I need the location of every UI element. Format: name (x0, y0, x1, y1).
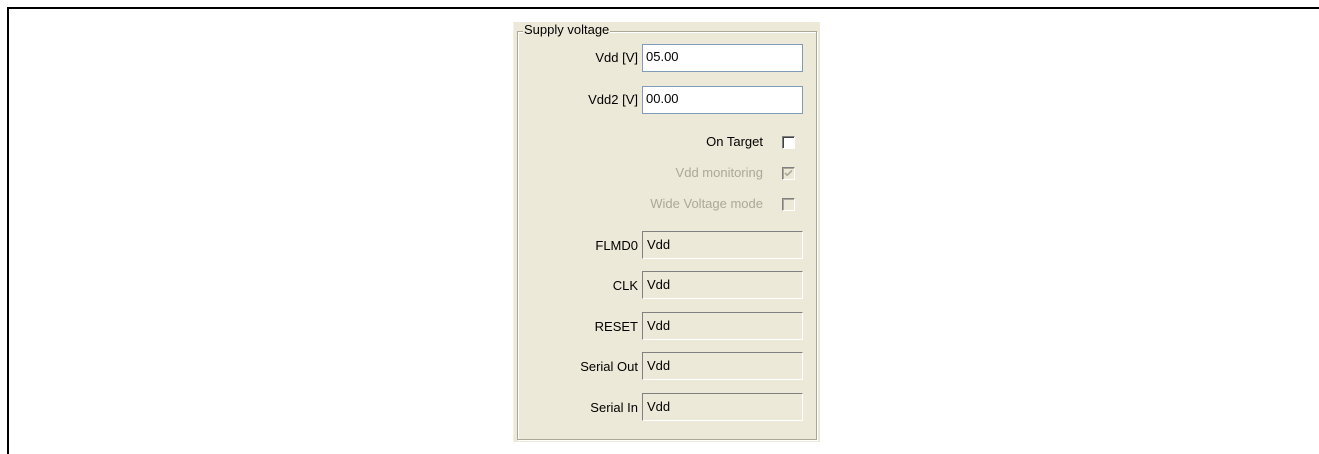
clk-value: Vdd (642, 271, 803, 299)
vdd-monitoring-checkbox[interactable] (782, 167, 795, 180)
serial-in-value: Vdd (642, 393, 803, 421)
vdd-input[interactable]: 05.00 (642, 44, 803, 72)
on-target-label: On Target (706, 134, 763, 149)
reset-value: Vdd (642, 312, 803, 340)
vdd-label: Vdd [V] (595, 50, 638, 65)
vdd2-label: Vdd2 [V] (588, 92, 638, 107)
serial-out-value: Vdd (642, 352, 803, 380)
wide-voltage-mode-label: Wide Voltage mode (650, 196, 763, 211)
flmd0-value: Vdd (642, 231, 803, 259)
supply-voltage-panel: Supply voltage Vdd [V] 05.00 Vdd2 [V] 00… (513, 22, 820, 442)
wide-voltage-mode-checkbox[interactable] (782, 198, 795, 211)
vdd-monitoring-label: Vdd monitoring (675, 165, 763, 180)
serial-out-label: Serial Out (580, 359, 638, 374)
checkmark-icon (784, 169, 793, 177)
clk-label: CLK (612, 278, 638, 293)
reset-label: RESET (594, 319, 638, 334)
groupbox-title: Supply voltage (523, 22, 611, 38)
serial-in-label: Serial In (590, 400, 638, 415)
vdd2-input[interactable]: 00.00 (642, 86, 803, 114)
on-target-checkbox[interactable] (782, 136, 795, 149)
flmd0-label: FLMD0 (595, 238, 638, 253)
